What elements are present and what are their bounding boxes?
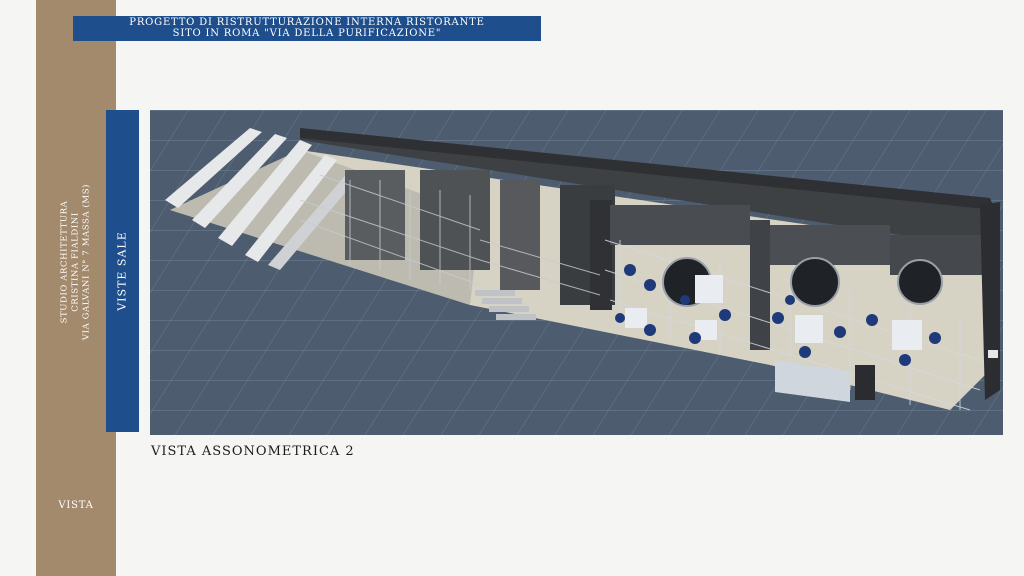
axonometric-drawing xyxy=(150,110,1003,435)
project-title-line2: SITO IN ROMA "VIA DELLA PURIFICAZIONE" xyxy=(172,28,442,39)
view-caption: VISTA ASSONOMETRICA 2 xyxy=(151,444,355,459)
project-title: PROGETTO DI RISTRUTTURAZIONE INTERNA RIS… xyxy=(73,16,541,41)
architect-name: CRISTINA FIALDINI xyxy=(70,212,81,312)
studio-info: STUDIO ARCHITETTURA CRISTINA FIALDINI VI… xyxy=(60,184,93,340)
section-label: VISTA xyxy=(58,500,94,511)
viste-sale-label: VISTE SALE xyxy=(115,231,129,311)
studio-address: VIA GALVANI N° 7 MASSA (MS) xyxy=(81,183,92,341)
project-title-line1: PROGETTO DI RISTRUTTURAZIONE INTERNA RIS… xyxy=(129,17,485,28)
axonometric-render xyxy=(150,110,1003,435)
studio-name: STUDIO ARCHITETTURA xyxy=(59,200,70,324)
